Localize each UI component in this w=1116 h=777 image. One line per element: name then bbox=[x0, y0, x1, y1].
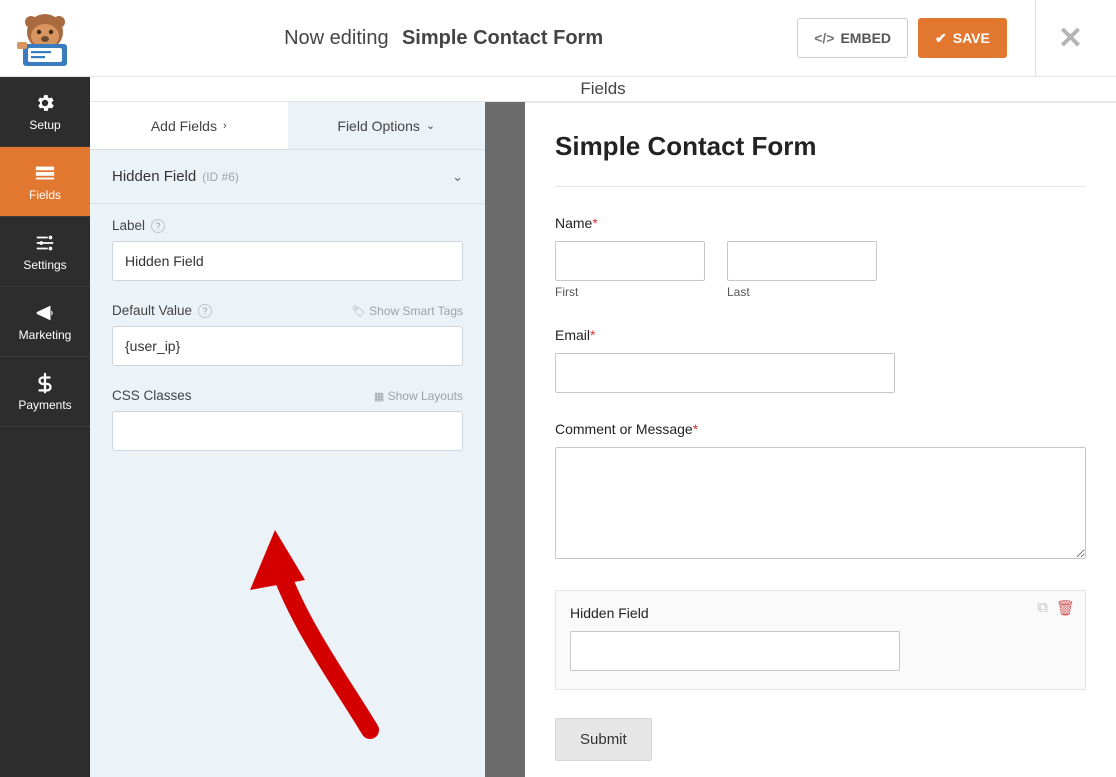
label-input[interactable] bbox=[112, 241, 463, 281]
css-classes-input[interactable] bbox=[112, 411, 463, 451]
header-title: Now editing Simple Contact Form bbox=[90, 27, 797, 50]
nav-label: Marketing bbox=[19, 328, 72, 342]
duplicate-icon[interactable]: ⧉ bbox=[1037, 599, 1048, 617]
divider-column bbox=[485, 102, 525, 777]
first-name-input[interactable] bbox=[555, 241, 705, 281]
comment-textarea[interactable] bbox=[555, 447, 1086, 559]
nav-payments[interactable]: Payments bbox=[0, 357, 90, 427]
tab-add-fields[interactable]: Add Fields› bbox=[90, 102, 288, 149]
nav-settings[interactable]: Settings bbox=[0, 217, 90, 287]
annotation-arrow bbox=[220, 520, 430, 750]
form-preview: Simple Contact Form Name* First Last Ema… bbox=[525, 102, 1116, 777]
panel-title: Fields bbox=[90, 77, 1116, 102]
check-icon: ✔ bbox=[935, 30, 947, 47]
nav-marketing[interactable]: Marketing bbox=[0, 287, 90, 357]
chevron-down-icon: ⌄ bbox=[452, 169, 463, 185]
hidden-field-label: Hidden Field bbox=[570, 605, 1071, 621]
chevron-right-icon: › bbox=[223, 120, 227, 132]
close-icon[interactable]: ✕ bbox=[1050, 21, 1091, 56]
last-name-input[interactable] bbox=[727, 241, 877, 281]
submit-button[interactable]: Submit bbox=[555, 718, 652, 761]
wpforms-logo bbox=[0, 0, 90, 77]
email-input[interactable] bbox=[555, 353, 895, 393]
name-label: Name* bbox=[555, 215, 1086, 231]
css-classes-label: CSS Classes bbox=[112, 388, 192, 403]
form-title: Simple Contact Form bbox=[555, 131, 1086, 162]
comment-label: Comment or Message* bbox=[555, 421, 1086, 437]
trash-icon[interactable]: 🗑 bbox=[1056, 599, 1075, 617]
code-icon: </> bbox=[814, 30, 834, 46]
tag-icon: 🏷 bbox=[352, 306, 366, 318]
show-smart-tags[interactable]: 🏷 Show Smart Tags bbox=[352, 304, 463, 318]
save-button[interactable]: ✔ SAVE bbox=[918, 18, 1007, 58]
default-value-input[interactable] bbox=[112, 326, 463, 366]
tab-field-options[interactable]: Field Options⌄ bbox=[288, 102, 486, 149]
default-value-label: Default Value bbox=[112, 303, 192, 318]
embed-button[interactable]: </> EMBED bbox=[797, 18, 908, 58]
grid-icon: ▦ bbox=[374, 391, 384, 403]
email-label: Email* bbox=[555, 327, 1086, 343]
hidden-field-block[interactable]: ⧉ 🗑 Hidden Field bbox=[555, 590, 1086, 690]
show-layouts[interactable]: ▦ Show Layouts bbox=[374, 389, 463, 403]
field-section-header[interactable]: Hidden Field (ID #6) ⌄ bbox=[90, 150, 485, 204]
hidden-field-input[interactable] bbox=[570, 631, 900, 671]
nav-label: Settings bbox=[23, 258, 66, 272]
side-nav: Setup Fields Settings Marketing Payments bbox=[0, 77, 90, 777]
nav-label: Payments bbox=[18, 398, 71, 412]
chevron-down-icon: ⌄ bbox=[426, 119, 435, 132]
help-icon[interactable]: ? bbox=[151, 219, 165, 233]
nav-fields[interactable]: Fields bbox=[0, 147, 90, 217]
nav-setup[interactable]: Setup bbox=[0, 77, 90, 147]
nav-label: Fields bbox=[29, 188, 61, 202]
help-icon[interactable]: ? bbox=[198, 304, 212, 318]
nav-label: Setup bbox=[29, 118, 60, 132]
label-label: Label bbox=[112, 218, 145, 233]
